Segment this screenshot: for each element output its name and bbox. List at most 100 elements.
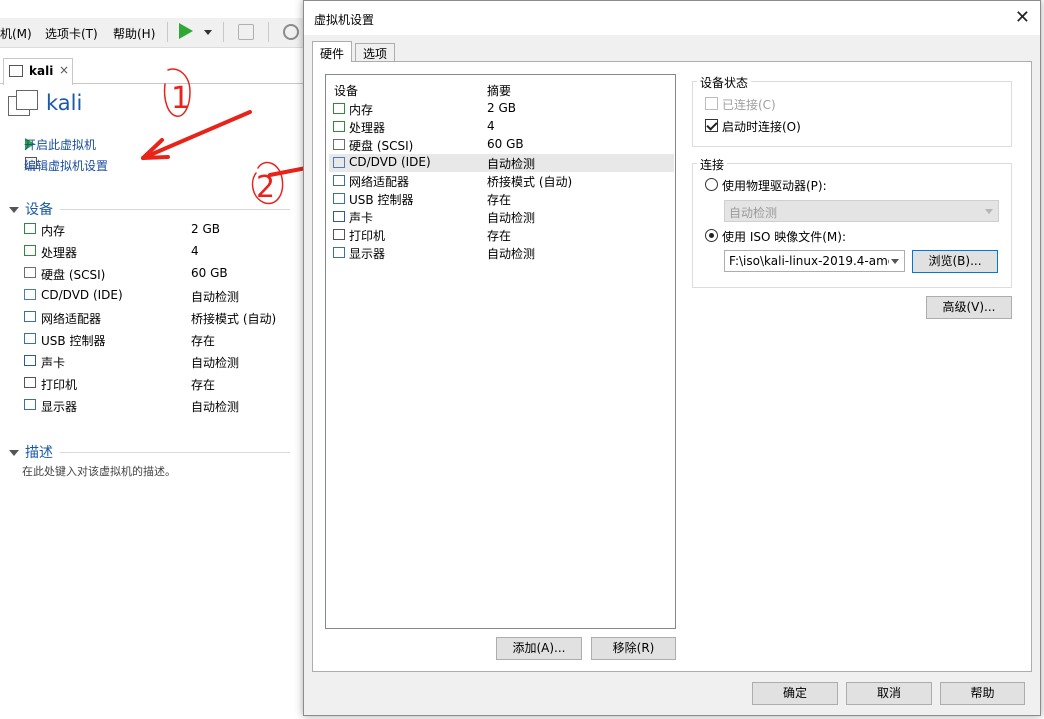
device-row[interactable]: 网络适配器 桥接模式 (自动)	[22, 308, 292, 328]
chevron-down-icon[interactable]	[891, 259, 899, 264]
close-icon[interactable]: ×	[59, 63, 69, 77]
device-name: 网络适配器	[41, 312, 102, 326]
column-header-device[interactable]: 设备	[334, 82, 358, 99]
column-header-summary[interactable]: 摘要	[487, 82, 511, 99]
hardware-device-row[interactable]: 内存 2 GB	[329, 100, 674, 118]
toolbar-separator	[268, 22, 269, 42]
device-row[interactable]: 处理器 4	[22, 242, 292, 262]
iso-path-combo[interactable]: F:\iso\kali-linux-2019.4-amd6	[724, 250, 905, 272]
device-summary: 60 GB	[487, 137, 524, 151]
hardware-device-row[interactable]: 声卡 自动检测	[329, 208, 674, 226]
browse-button[interactable]: 浏览(B)...	[912, 250, 998, 273]
vm-tab-kali[interactable]: kali ×	[3, 58, 73, 85]
remove-device-button[interactable]: 移除(R)	[591, 637, 676, 660]
dialog-titlebar[interactable]: 虚拟机设置 ✕	[304, 1, 1040, 35]
hardware-device-row[interactable]: 处理器 4	[329, 118, 674, 136]
device-name: 显示器	[41, 400, 78, 414]
description-section-header[interactable]: 描述	[9, 442, 53, 462]
connect-at-power-on-checkbox[interactable]	[705, 119, 718, 132]
device-row[interactable]: 声卡 自动检测	[22, 352, 292, 372]
device-summary: 自动检测	[487, 157, 536, 171]
device-value: 自动检测	[191, 400, 240, 414]
device-name: USB 控制器	[349, 193, 414, 207]
device-summary: 自动检测	[487, 247, 536, 261]
printer-icon	[24, 377, 36, 388]
display-icon	[333, 247, 345, 258]
sound-card-icon	[24, 355, 36, 366]
advanced-button[interactable]: 高级(V)...	[926, 296, 1012, 319]
device-row[interactable]: 显示器 自动检测	[22, 396, 292, 416]
connected-checkbox[interactable]	[705, 97, 718, 110]
hardware-device-row[interactable]: USB 控制器 存在	[329, 190, 674, 208]
tab-hardware[interactable]: 硬件	[312, 41, 353, 62]
annotation-number-2: 2	[256, 170, 275, 205]
sound-card-icon	[333, 211, 345, 222]
hardware-device-row[interactable]: 显示器 自动检测	[329, 244, 674, 262]
device-name: USB 控制器	[41, 334, 106, 348]
close-icon[interactable]: ✕	[1015, 7, 1030, 28]
menu-help[interactable]: 帮助(H)	[113, 25, 155, 42]
menu-bar: 机(M) 选项卡(T) 帮助(H)	[0, 18, 310, 48]
menu-tabs[interactable]: 选项卡(T)	[45, 25, 98, 42]
chevron-down-icon[interactable]	[204, 30, 212, 35]
device-name: 打印机	[41, 378, 78, 392]
hard-disk-icon	[333, 139, 345, 150]
connection-title: 连接	[697, 156, 728, 173]
device-value: 自动检测	[191, 290, 240, 304]
edit-settings-link[interactable]: 编辑虚拟机设置	[24, 157, 108, 174]
device-name: 内存	[349, 103, 374, 117]
device-value: 4	[191, 244, 199, 258]
vm-settings-dialog: 虚拟机设置 ✕ 硬件 选项 设备 摘要 内存 2 GB 处理器 4 硬盘 (SCSI) 6…	[303, 0, 1041, 716]
hardware-device-row[interactable]: 硬盘 (SCSI) 60 GB	[329, 136, 674, 154]
hardware-device-row[interactable]: 打印机 存在	[329, 226, 674, 244]
description-placeholder[interactable]: 在此处键入对该虚拟机的描述。	[22, 463, 176, 479]
play-icon[interactable]	[179, 23, 193, 39]
processor-icon	[24, 245, 36, 256]
printer-icon	[333, 229, 345, 240]
display-icon	[24, 399, 36, 410]
tab-options[interactable]: 选项	[355, 43, 396, 61]
device-row[interactable]: 打印机 存在	[22, 374, 292, 394]
physical-drive-label[interactable]: 使用物理驱动器(P):	[722, 177, 827, 194]
cancel-button[interactable]: 取消	[846, 682, 932, 705]
hardware-device-row[interactable]: 网络适配器 桥接模式 (自动)	[329, 172, 674, 190]
power-on-link[interactable]: 开启此虚拟机	[24, 136, 96, 153]
iso-image-label[interactable]: 使用 ISO 映像文件(M):	[722, 228, 846, 245]
device-name: 声卡	[41, 356, 66, 370]
device-row[interactable]: CD/DVD (IDE) 自动检测	[22, 286, 292, 306]
hardware-device-list[interactable]: 设备 摘要 内存 2 GB 处理器 4 硬盘 (SCSI) 60 GB CD/DVD (ID…	[325, 74, 676, 629]
device-summary: 存在	[487, 229, 512, 243]
network-adapter-icon	[24, 311, 36, 322]
add-device-button[interactable]: 添加(A)...	[496, 637, 582, 660]
annotation-arrowhead	[141, 138, 170, 160]
device-row[interactable]: 硬盘 (SCSI) 60 GB	[22, 264, 292, 284]
cd-dvd-icon	[333, 157, 345, 168]
device-value: 60 GB	[191, 266, 228, 280]
device-row[interactable]: USB 控制器 存在	[22, 330, 292, 350]
processor-icon	[333, 121, 345, 132]
connected-label[interactable]: 已连接(C)	[722, 96, 776, 113]
annotation-number-1: 1	[171, 81, 190, 116]
iso-image-radio[interactable]	[705, 229, 718, 242]
device-name: 处理器	[349, 121, 386, 135]
device-summary: 4	[487, 119, 495, 133]
menu-vm[interactable]: 机(M)	[0, 25, 32, 42]
help-button[interactable]: 帮助	[940, 682, 1025, 705]
device-row[interactable]: 内存 2 GB	[22, 220, 292, 240]
collapse-arrow-icon[interactable]	[9, 207, 19, 213]
chevron-down-icon	[985, 209, 993, 214]
send-keys-icon[interactable]	[238, 24, 254, 40]
device-name: CD/DVD (IDE)	[349, 155, 431, 169]
divider	[60, 209, 290, 210]
device-value: 存在	[191, 334, 216, 348]
cd-dvd-icon	[24, 289, 36, 300]
physical-drive-radio[interactable]	[705, 178, 718, 191]
physical-drive-select[interactable]: 自动检测	[724, 200, 999, 222]
hardware-device-row[interactable]: CD/DVD (IDE) 自动检测	[329, 154, 674, 172]
device-name: 硬盘 (SCSI)	[349, 139, 414, 153]
devices-section-header[interactable]: 设备	[9, 199, 53, 219]
ok-button[interactable]: 确定	[752, 682, 838, 705]
snapshot-clock-icon[interactable]	[283, 24, 299, 40]
connect-at-power-on-label[interactable]: 启动时连接(O)	[722, 118, 801, 135]
collapse-arrow-icon[interactable]	[9, 450, 19, 456]
